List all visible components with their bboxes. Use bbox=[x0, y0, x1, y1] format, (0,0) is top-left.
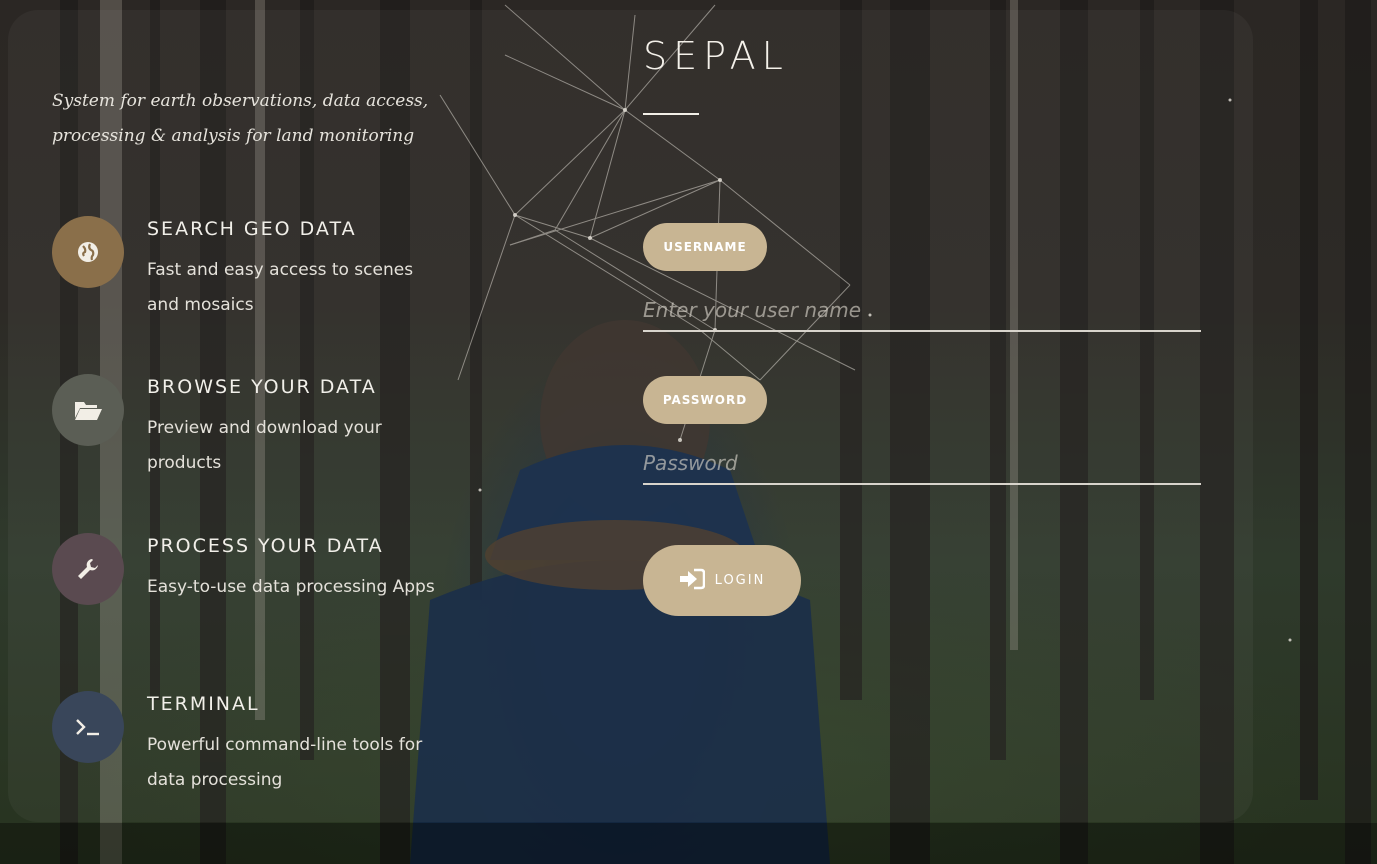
sign-in-icon bbox=[679, 568, 705, 594]
password-label: PASSWORD bbox=[643, 376, 767, 424]
feature-description: Powerful command-line tools for data pro… bbox=[147, 735, 423, 790]
globe-icon bbox=[52, 216, 124, 288]
title-underline bbox=[643, 113, 699, 115]
terminal-icon bbox=[52, 691, 124, 763]
feature-description: Preview and download your products bbox=[147, 418, 382, 473]
login-page: System for earth observations, data acce… bbox=[0, 0, 1377, 864]
app-title: SEPAL bbox=[643, 34, 789, 78]
username-input[interactable] bbox=[643, 290, 1201, 332]
folder-open-icon bbox=[52, 374, 124, 446]
login-button[interactable]: LOGIN bbox=[643, 545, 801, 616]
feature-browse-your-data[interactable]: BROWSE YOUR DATA Preview and download yo… bbox=[52, 374, 452, 524]
username-label: USERNAME bbox=[643, 223, 767, 271]
feature-terminal[interactable]: TERMINAL Powerful command-line tools for… bbox=[52, 691, 452, 841]
feature-title: SEARCH GEO DATA bbox=[147, 218, 357, 240]
feature-description: Fast and easy access to scenes and mosai… bbox=[147, 260, 414, 315]
feature-process-your-data[interactable]: PROCESS YOUR DATA Easy-to-use data proce… bbox=[52, 533, 452, 683]
wrench-icon bbox=[52, 533, 124, 605]
tagline: System for earth observations, data acce… bbox=[52, 91, 429, 146]
feature-description: Easy-to-use data processing Apps bbox=[147, 577, 435, 597]
feature-search-geo-data[interactable]: SEARCH GEO DATA Fast and easy access to … bbox=[52, 216, 452, 366]
password-input[interactable] bbox=[643, 443, 1201, 485]
login-label: LOGIN bbox=[714, 573, 766, 588]
feature-title: TERMINAL bbox=[147, 693, 260, 715]
feature-title: BROWSE YOUR DATA bbox=[147, 376, 377, 398]
feature-title: PROCESS YOUR DATA bbox=[147, 535, 384, 557]
